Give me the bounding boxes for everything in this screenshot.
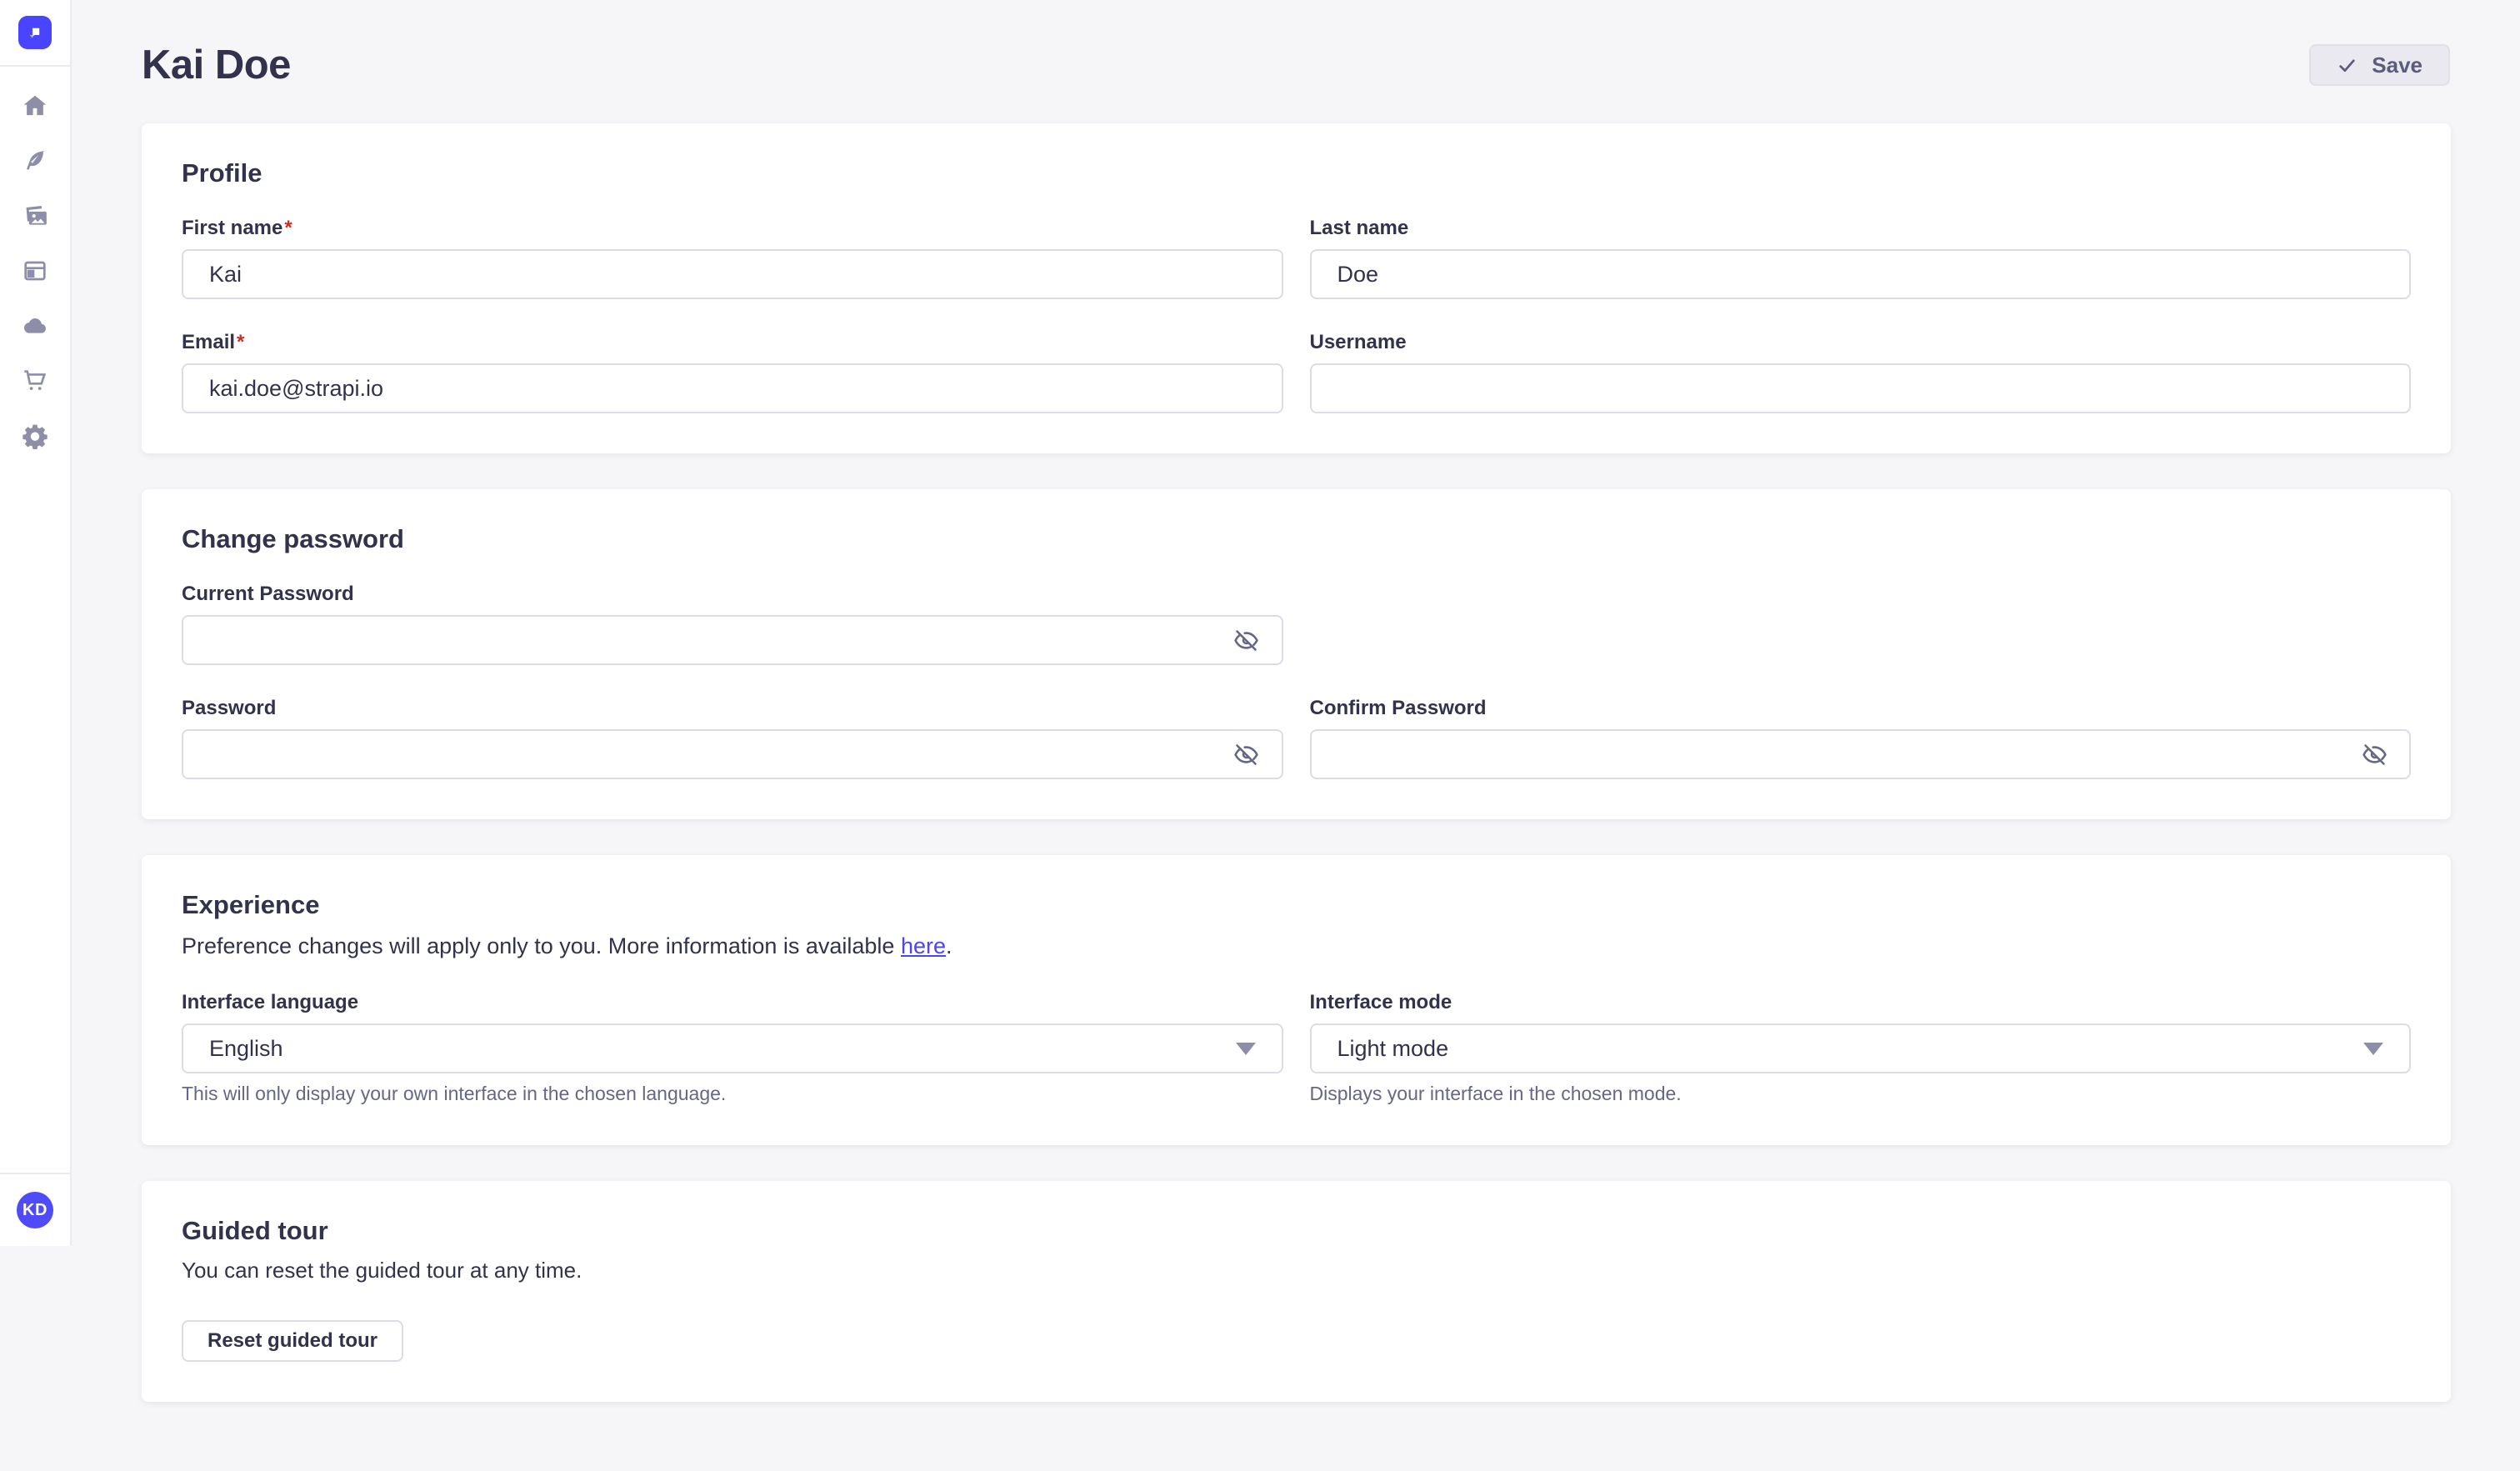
content-area: Profile First name* Last name Email* <box>73 123 2520 1471</box>
toggle-confirm-password-visibility-button[interactable] <box>2356 736 2392 773</box>
first-name-label: First name* <box>182 217 1283 240</box>
change-password-card: Change password Current Password <box>142 489 2451 819</box>
save-button[interactable]: Save <box>2309 44 2450 86</box>
email-input[interactable] <box>182 363 1283 413</box>
current-password-label: Current Password <box>182 583 1283 606</box>
guided-tour-heading: Guided tour <box>182 1216 2411 1246</box>
interface-language-value: English <box>209 1036 283 1062</box>
guided-tour-card: Guided tour You can reset the guided tou… <box>142 1181 2451 1402</box>
username-input[interactable] <box>1310 363 2412 413</box>
interface-mode-label: Interface mode <box>1310 991 2412 1014</box>
cloud-icon <box>22 313 48 342</box>
logo-container <box>0 0 70 67</box>
required-asterisk: * <box>284 217 292 239</box>
interface-mode-value: Light mode <box>1338 1036 1449 1062</box>
interface-mode-field-group: Interface mode Light mode Displays your … <box>1310 991 2412 1105</box>
current-password-field-group: Current Password <box>182 583 1283 665</box>
check-icon <box>2337 55 2358 76</box>
username-field-group: Username <box>1310 331 2412 413</box>
sidebar-item-content-type-builder[interactable] <box>15 143 55 180</box>
toggle-password-visibility-button[interactable] <box>1228 736 1265 773</box>
experience-description-period: . <box>946 933 952 958</box>
save-button-label: Save <box>2372 53 2422 78</box>
interface-mode-hint: Displays your interface in the chosen mo… <box>1310 1083 2412 1105</box>
first-name-label-text: First name <box>182 217 282 239</box>
password-input[interactable] <box>182 729 1283 779</box>
sidebar-item-content-manager[interactable] <box>15 253 55 290</box>
reset-guided-tour-button[interactable]: Reset guided tour <box>182 1320 403 1362</box>
page-title: Kai Doe <box>142 42 291 88</box>
interface-language-field-group: Interface language English This will onl… <box>182 991 1283 1105</box>
email-label-text: Email <box>182 331 235 353</box>
email-label: Email* <box>182 331 1283 354</box>
chevron-down-icon <box>1236 1043 1256 1055</box>
guided-tour-description: You can reset the guided tour at any tim… <box>182 1258 2411 1283</box>
change-password-heading: Change password <box>182 524 2411 554</box>
experience-description-text: Preference changes will apply only to yo… <box>182 933 901 958</box>
first-name-input[interactable] <box>182 249 1283 299</box>
email-field-group: Email* <box>182 331 1283 413</box>
interface-language-select[interactable]: English <box>182 1023 1283 1073</box>
experience-heading: Experience <box>182 890 2411 920</box>
profile-card: Profile First name* Last name Email* <box>142 123 2451 453</box>
required-asterisk: * <box>237 331 244 353</box>
eye-off-icon <box>2362 742 2388 768</box>
profile-heading: Profile <box>182 158 2411 188</box>
toggle-current-password-visibility-button[interactable] <box>1228 622 1265 658</box>
strapi-logo[interactable] <box>18 16 52 49</box>
last-name-label: Last name <box>1310 217 2412 240</box>
confirm-password-input[interactable] <box>1310 729 2412 779</box>
experience-card: Experience Preference changes will apply… <box>142 855 2451 1145</box>
interface-language-label: Interface language <box>182 991 1283 1014</box>
sidebar-footer: KD <box>0 1173 70 1246</box>
experience-description: Preference changes will apply only to yo… <box>182 933 2411 959</box>
cart-icon <box>22 368 48 397</box>
sidebar-item-marketplace[interactable] <box>15 363 55 400</box>
gear-icon <box>22 423 48 452</box>
sidebar-item-home[interactable] <box>15 88 55 125</box>
last-name-input[interactable] <box>1310 249 2412 299</box>
current-password-input[interactable] <box>182 615 1283 665</box>
user-avatar[interactable]: KD <box>17 1192 53 1228</box>
interface-mode-select[interactable]: Light mode <box>1310 1023 2412 1073</box>
sidebar: KD <box>0 0 72 1246</box>
eye-off-icon <box>1233 628 1259 653</box>
more-information-link[interactable]: here <box>901 933 946 958</box>
eye-off-icon <box>1233 742 1259 768</box>
confirm-password-label: Confirm Password <box>1310 697 2412 720</box>
images-icon <box>22 203 48 232</box>
password-label: Password <box>182 697 1283 720</box>
username-label: Username <box>1310 331 2412 354</box>
sidebar-item-settings[interactable] <box>15 418 55 455</box>
empty-grid-cell <box>1310 583 2412 665</box>
layout-icon <box>22 258 48 287</box>
page-header: Kai Doe Save <box>73 0 2520 123</box>
main-content: Kai Doe Save Profile First name* <box>73 0 2520 1471</box>
home-icon <box>22 93 48 122</box>
sidebar-item-cloud[interactable] <box>15 308 55 345</box>
last-name-field-group: Last name <box>1310 217 2412 299</box>
first-name-field-group: First name* <box>182 217 1283 299</box>
confirm-password-field-group: Confirm Password <box>1310 697 2412 779</box>
password-field-group: Password <box>182 697 1283 779</box>
interface-language-hint: This will only display your own interfac… <box>182 1083 1283 1105</box>
chevron-down-icon <box>2363 1043 2383 1055</box>
sidebar-item-media-library[interactable] <box>15 198 55 235</box>
feather-icon <box>22 148 48 177</box>
sidebar-nav <box>15 67 55 473</box>
